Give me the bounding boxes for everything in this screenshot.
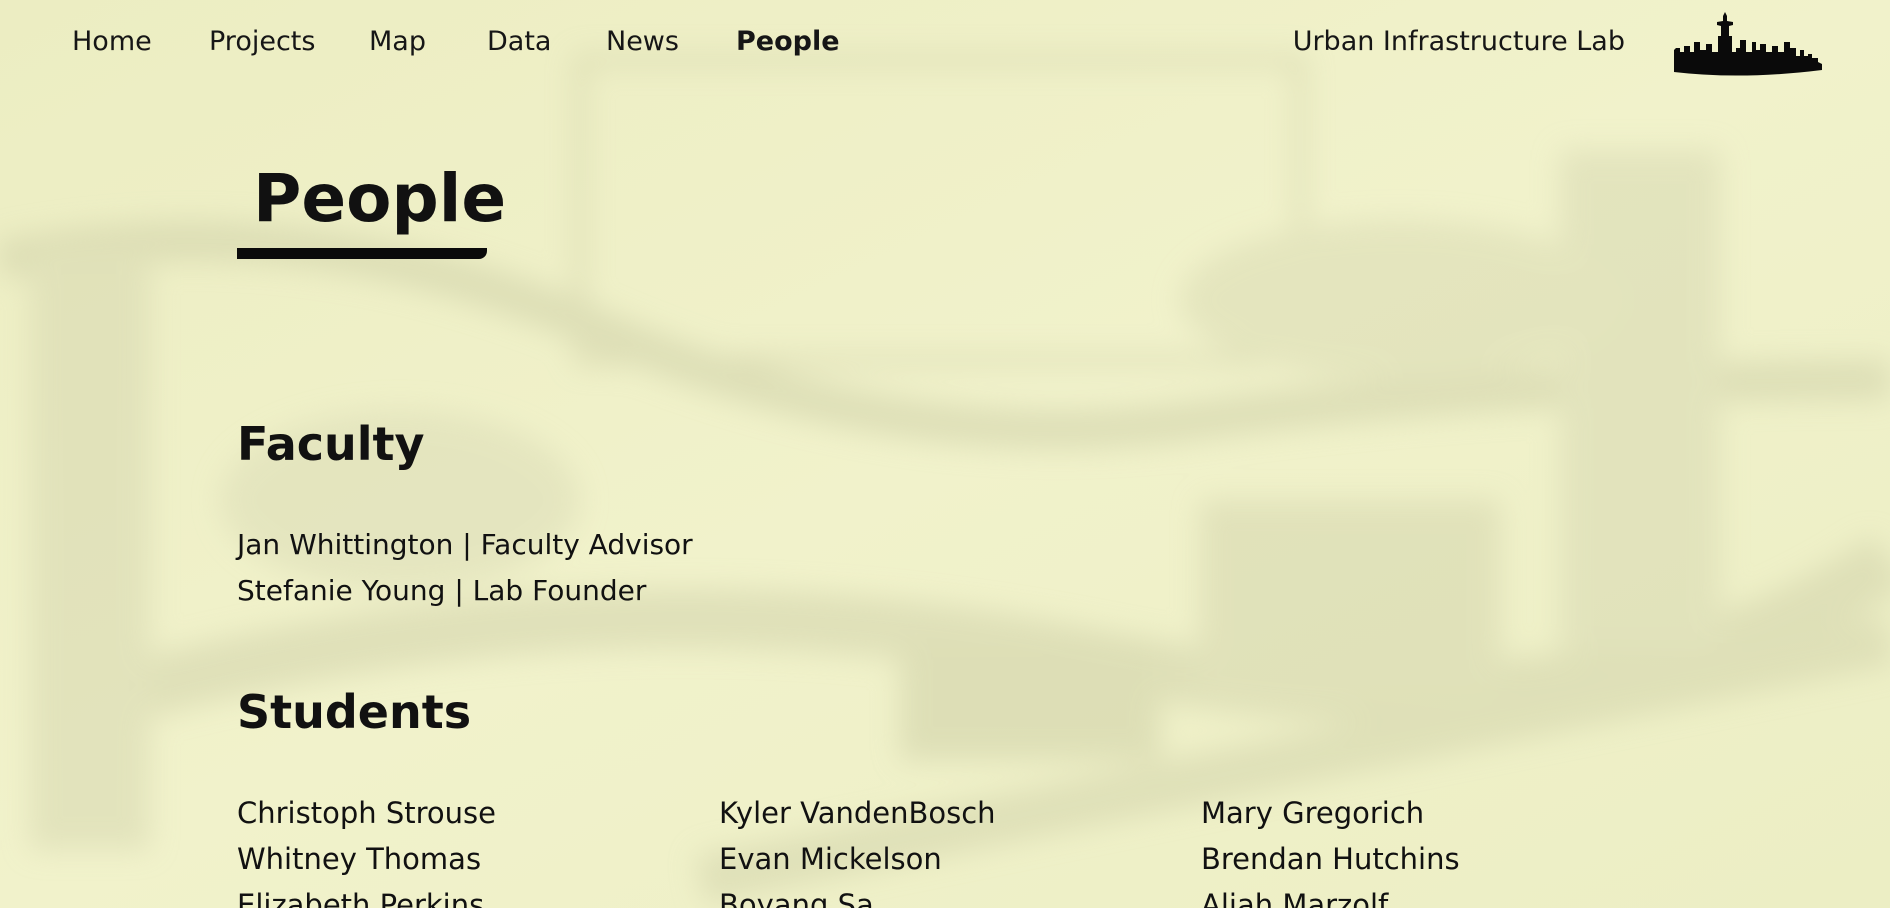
students-heading: Students bbox=[237, 685, 472, 739]
title-underline bbox=[237, 248, 487, 259]
student-name: Aliah Marzolf bbox=[1201, 888, 1389, 908]
nav-home-link[interactable]: Home bbox=[72, 26, 152, 57]
nav-projects-link[interactable]: Projects bbox=[209, 26, 315, 57]
nav-people-link[interactable]: People bbox=[736, 26, 840, 57]
nav-data-link[interactable]: Data bbox=[487, 26, 551, 57]
faculty-member: Stefanie Young | Lab Founder bbox=[237, 574, 647, 607]
city-skyline-icon[interactable] bbox=[1672, 12, 1824, 76]
student-name: Brendan Hutchins bbox=[1201, 842, 1460, 876]
top-navigation: Home Projects Map Data News People Urban… bbox=[0, 0, 1890, 90]
lab-name-link[interactable]: Urban Infrastructure Lab bbox=[1293, 26, 1625, 57]
page-title: People bbox=[253, 160, 507, 237]
student-name: Mary Gregorich bbox=[1201, 796, 1425, 830]
nav-news-link[interactable]: News bbox=[606, 26, 679, 57]
faculty-heading: Faculty bbox=[237, 417, 425, 471]
student-name: Whitney Thomas bbox=[237, 842, 482, 876]
student-name: Boyang Sa bbox=[719, 888, 874, 908]
student-name: Evan Mickelson bbox=[719, 842, 942, 876]
nav-map-link[interactable]: Map bbox=[369, 26, 426, 57]
student-name: Elizabeth Perkins bbox=[237, 888, 485, 908]
faculty-member: Jan Whittington | Faculty Advisor bbox=[237, 528, 693, 561]
faculty-list: Jan Whittington | Faculty Advisor Stefan… bbox=[237, 522, 693, 614]
student-name: Kyler VandenBosch bbox=[719, 796, 996, 830]
student-name: Christoph Strouse bbox=[237, 796, 496, 830]
